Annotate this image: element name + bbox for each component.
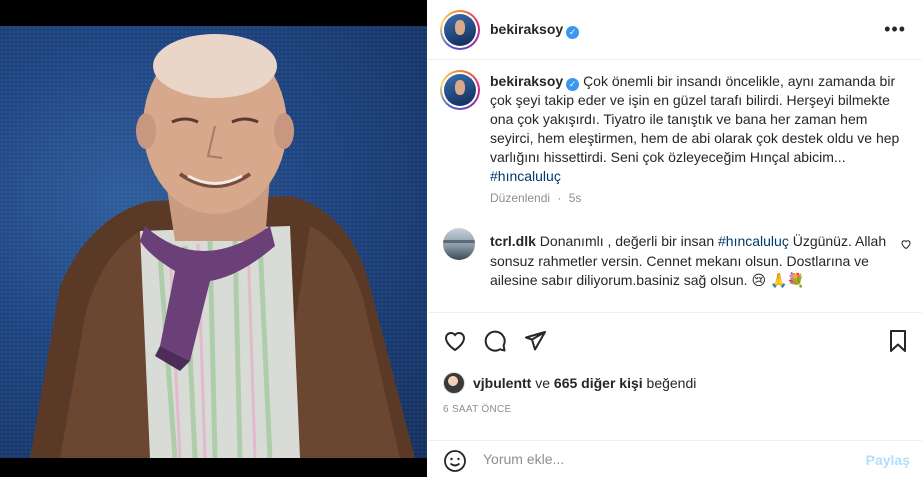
action-bar	[427, 325, 922, 359]
comment-like-heart-icon[interactable]	[900, 238, 912, 250]
comment-hashtag[interactable]: #hıncaluluç	[718, 233, 789, 249]
author-avatar[interactable]	[440, 10, 480, 50]
post-sidebar: bekiraksoy ✓ ••• bekiraksoy ✓ Çok önemli b…	[427, 0, 922, 477]
comment-input[interactable]	[483, 451, 843, 467]
verified-icon: ✓	[566, 78, 580, 91]
comment-box: Paylaş	[427, 440, 922, 477]
caption: bekiraksoy ✓ Çok önemli bir insandı öncel…	[490, 72, 910, 186]
post-photo[interactable]	[0, 0, 427, 477]
post-header: bekiraksoy ✓ •••	[427, 0, 922, 60]
heart-icon[interactable]	[443, 329, 467, 353]
edited-label: Düzenlendi	[490, 191, 551, 205]
post-comment-button[interactable]: Paylaş	[866, 452, 910, 468]
caption-age[interactable]: 5s	[569, 191, 582, 205]
likes-count[interactable]: 665 diğer kişi	[554, 375, 643, 391]
author-username[interactable]: bekiraksoy	[490, 21, 563, 37]
author-username-row: bekiraksoy ✓	[490, 21, 580, 39]
caption-username[interactable]: bekiraksoy	[490, 73, 563, 89]
commenter-avatar[interactable]	[443, 228, 475, 260]
verified-icon: ✓	[566, 26, 580, 39]
bookmark-icon[interactable]	[886, 329, 910, 353]
liker-username[interactable]: vjbulentt	[473, 375, 531, 391]
caption-meta: Düzenlendi · 5s	[490, 191, 582, 205]
comments-section: bekiraksoy ✓ Çok önemli bir insandı öncel…	[427, 61, 922, 313]
comment-username[interactable]: tcrl.dlk	[490, 233, 536, 249]
comment: tcrl.dlk Donanımlı , değerli bir insan #…	[490, 232, 895, 291]
more-options-icon[interactable]: •••	[884, 20, 906, 38]
portrait-image	[30, 34, 415, 458]
likes-suffix: beğendi	[642, 375, 697, 391]
emoji-icon[interactable]	[443, 449, 467, 473]
share-icon[interactable]	[523, 329, 547, 353]
post-timestamp[interactable]: 6 SAAT ÖNCE	[443, 404, 512, 415]
likes-summary: vjbulentt ve 665 diğer kişi beğendi	[443, 372, 696, 394]
caption-hashtag[interactable]: #hıncaluluç	[490, 168, 561, 184]
comment-body-start: Donanımlı , değerli bir insan	[539, 233, 718, 249]
caption-avatar[interactable]	[440, 70, 480, 110]
comment-icon[interactable]	[483, 329, 507, 353]
likes-connector: ve	[531, 375, 554, 391]
liker-avatar[interactable]	[443, 372, 465, 394]
